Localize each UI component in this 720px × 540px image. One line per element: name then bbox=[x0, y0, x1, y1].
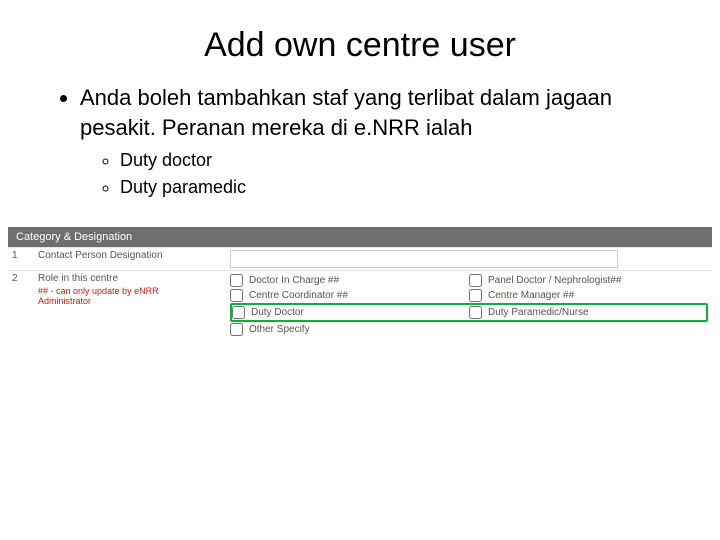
form-screenshot: Category & Designation 1 Contact Person … bbox=[8, 227, 712, 339]
checkbox-duty-paramedic[interactable] bbox=[469, 306, 482, 319]
option-centre-coordinator: Centre Coordinator ## bbox=[249, 290, 348, 301]
option-other-specify: Other Specify bbox=[249, 324, 310, 335]
option-duty-doctor: Duty Doctor bbox=[251, 307, 304, 318]
row-label: Contact Person Designation bbox=[38, 250, 230, 261]
checkbox-centre-coordinator[interactable] bbox=[230, 289, 243, 302]
highlighted-row: Duty Doctor Duty Paramedic/Nurse bbox=[230, 303, 708, 322]
checkbox-duty-doctor[interactable] bbox=[232, 306, 245, 319]
section-header: Category & Designation bbox=[8, 227, 712, 247]
bullet-main: Anda boleh tambahkan staf yang terlibat … bbox=[80, 83, 680, 142]
option-doctor-in-charge: Doctor In Charge ## bbox=[249, 275, 339, 286]
checkbox-doctor-in-charge[interactable] bbox=[230, 274, 243, 287]
row-contact-designation: 1 Contact Person Designation bbox=[8, 247, 712, 270]
page-title: Add own centre user bbox=[40, 26, 680, 65]
row-number: 1 bbox=[12, 250, 38, 261]
checkbox-panel-doctor[interactable] bbox=[469, 274, 482, 287]
bullet-sub-2: Duty paramedic bbox=[120, 175, 680, 199]
option-panel-doctor: Panel Doctor / Nephrologist## bbox=[488, 275, 621, 286]
checkbox-other-specify[interactable] bbox=[230, 323, 243, 336]
row-role-in-centre: 2 Role in this centre ## - can only upda… bbox=[8, 270, 712, 339]
row-number: 2 bbox=[12, 273, 38, 284]
contact-designation-input[interactable] bbox=[230, 250, 618, 268]
admin-note: ## - can only update by eNRR Administrat… bbox=[38, 286, 208, 306]
row-label: Role in this centre bbox=[38, 273, 118, 284]
option-centre-manager: Centre Manager ## bbox=[488, 290, 574, 301]
bullet-sub-1: Duty doctor bbox=[120, 148, 680, 172]
checkbox-centre-manager[interactable] bbox=[469, 289, 482, 302]
option-duty-paramedic: Duty Paramedic/Nurse bbox=[488, 307, 589, 318]
